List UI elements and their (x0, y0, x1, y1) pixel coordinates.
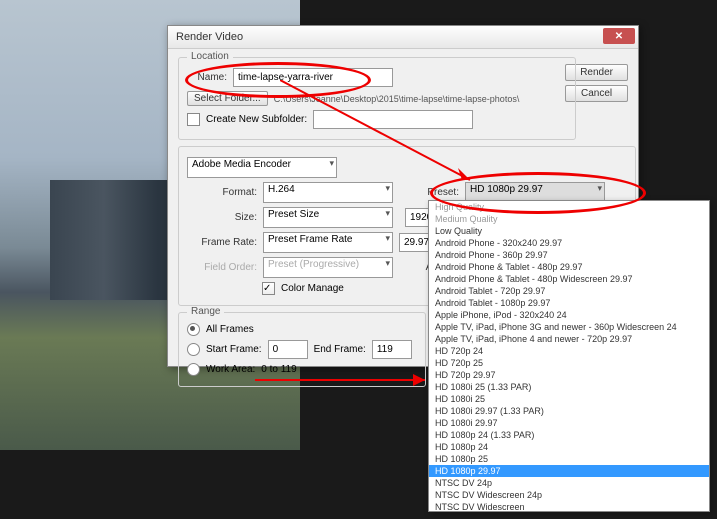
preset-option[interactable]: HD 1080p 25 (429, 453, 709, 465)
preset-option[interactable]: High Quality (429, 201, 709, 213)
location-group: Location Name: Select Folder... C:\Users… (178, 57, 576, 140)
folder-path: C:\Users\Jeanne\Desktop\2015\time-lapse\… (274, 94, 520, 104)
color-manage-label: Color Manage (281, 283, 344, 294)
create-subfolder-checkbox[interactable] (187, 113, 200, 126)
preset-option[interactable]: HD 720p 25 (429, 357, 709, 369)
encoder-select[interactable]: Adobe Media Encoder (187, 157, 337, 178)
subfolder-input[interactable] (313, 110, 473, 129)
preset-option[interactable]: Android Tablet - 1080p 29.97 (429, 297, 709, 309)
preset-option[interactable]: Low Quality (429, 225, 709, 237)
preset-option[interactable]: HD 1080p 24 (1.33 PAR) (429, 429, 709, 441)
preset-option[interactable]: HD 1080i 29.97 (429, 417, 709, 429)
preset-option[interactable]: Apple TV, iPad, iPhone 3G and newer - 36… (429, 321, 709, 333)
format-label: Format: (187, 187, 257, 198)
preset-option[interactable]: HD 720p 24 (429, 345, 709, 357)
all-frames-radio[interactable] (187, 323, 200, 336)
preset-option[interactable]: Android Phone & Tablet - 480p Widescreen… (429, 273, 709, 285)
name-input[interactable] (233, 68, 393, 87)
preset-option[interactable]: Android Phone - 320x240 29.97 (429, 237, 709, 249)
preset-option[interactable]: Apple iPhone, iPod - 320x240 24 (429, 309, 709, 321)
format-select[interactable]: H.264 (263, 182, 393, 203)
preset-option[interactable]: Android Tablet - 720p 29.97 (429, 285, 709, 297)
all-frames-label: All Frames (206, 324, 254, 335)
start-frame-input[interactable] (268, 340, 308, 359)
dialog-titlebar[interactable]: Render Video ✕ (168, 26, 638, 49)
close-icon[interactable]: ✕ (603, 28, 635, 44)
end-frame-input[interactable] (372, 340, 412, 359)
preset-dropdown-list[interactable]: High QualityMedium QualityLow QualityAnd… (428, 200, 710, 512)
name-label: Name: (187, 72, 227, 83)
work-area-radio[interactable] (187, 363, 200, 376)
preset-option[interactable]: HD 1080i 29.97 (1.33 PAR) (429, 405, 709, 417)
create-subfolder-label: Create New Subfolder: (206, 114, 307, 125)
select-folder-button[interactable]: Select Folder... (187, 91, 268, 106)
framerate-select[interactable]: Preset Frame Rate (263, 232, 393, 253)
preset-option[interactable]: Android Phone & Tablet - 480p 29.97 (429, 261, 709, 273)
start-frame-label: Start Frame: (206, 344, 262, 355)
framerate-label: Frame Rate: (187, 237, 257, 248)
preset-option[interactable]: Medium Quality (429, 213, 709, 225)
size-label: Size: (187, 212, 257, 223)
preset-option[interactable]: NTSC DV 24p (429, 477, 709, 489)
preset-option[interactable]: NTSC DV Widescreen 24p (429, 489, 709, 501)
range-group: Range All Frames Start Frame: End Frame:… (178, 312, 426, 387)
preset-option[interactable]: Android Phone - 360p 29.97 (429, 249, 709, 261)
preset-option[interactable]: NTSC DV Widescreen (429, 501, 709, 512)
fieldorder-select: Preset (Progressive) (263, 257, 393, 278)
preset-option[interactable]: HD 1080p 24 (429, 441, 709, 453)
start-frame-radio[interactable] (187, 343, 200, 356)
preset-option[interactable]: Apple TV, iPad, iPhone 4 and newer - 720… (429, 333, 709, 345)
fieldorder-label: Field Order: (187, 262, 257, 273)
end-frame-label: End Frame: (314, 344, 366, 355)
work-area-label: Work Area: (206, 364, 255, 375)
dialog-title: Render Video (176, 31, 243, 43)
preset-option[interactable]: HD 1080p 29.97 (429, 465, 709, 477)
size-select[interactable]: Preset Size (263, 207, 393, 228)
color-manage-checkbox[interactable]: ✓ (262, 282, 275, 295)
range-legend: Range (187, 306, 224, 317)
location-legend: Location (187, 51, 233, 62)
preset-option[interactable]: HD 720p 29.97 (429, 369, 709, 381)
preset-option[interactable]: HD 1080i 25 (429, 393, 709, 405)
preset-label: Preset: (419, 187, 459, 198)
work-area-value: 0 to 119 (261, 364, 296, 375)
preset-option[interactable]: HD 1080i 25 (1.33 PAR) (429, 381, 709, 393)
